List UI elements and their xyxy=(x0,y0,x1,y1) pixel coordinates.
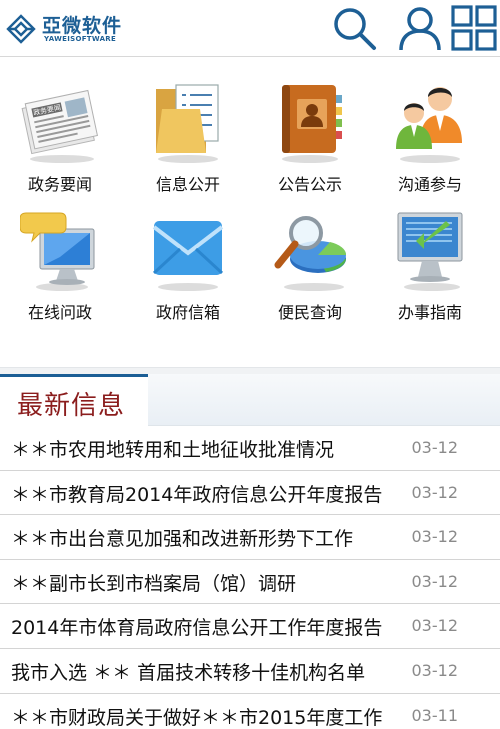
list-item[interactable]: ＊＊市财政局关于做好＊＊市2015年度工作 03-11 xyxy=(0,694,500,729)
tile-info-disclosure[interactable]: 信息公开 xyxy=(128,79,248,199)
logo-text: 亞微软件 xyxy=(42,15,123,37)
news-date: 03-12 xyxy=(411,571,459,591)
news-date: 03-12 xyxy=(411,616,459,636)
tile-label: 在线问政 xyxy=(27,303,92,322)
logo-mark-icon xyxy=(6,14,36,44)
list-item[interactable]: ＊＊市出台意见加强和改进新形势下工作 03-12 xyxy=(0,515,500,560)
section-title: 最新信息 xyxy=(17,391,126,421)
news-headline: 我市入选 ＊＊ 首届技术转移十佳机构名单 xyxy=(11,661,366,684)
grid-icon xyxy=(451,5,497,51)
people-icon xyxy=(396,87,462,163)
tile-service-guide[interactable]: 办事指南 xyxy=(370,207,490,327)
folder-document-icon xyxy=(156,84,219,163)
feature-grid: 政务要闻 政务要闻 信息公开 公告公示 沟通参与 在线问政 政府信箱 便民查询 … xyxy=(0,57,500,367)
tile-label: 便民查询 xyxy=(277,303,342,322)
news-headline: ＊＊市出台意见加强和改进新形势下工作 xyxy=(11,528,354,551)
tile-government-mailbox[interactable]: 政府信箱 xyxy=(128,207,248,327)
tile-announcements[interactable]: 公告公示 xyxy=(250,79,370,199)
tile-public-query[interactable]: 便民查询 xyxy=(250,207,370,327)
logo: 亞微软件 YAWEISOFTWARE xyxy=(6,10,121,46)
news-date: 03-12 xyxy=(411,527,459,547)
news-header: 最新信息 xyxy=(0,374,500,426)
news-list: ＊＊市农用地转用和土地征收批准情况 03-12 ＊＊市教育局2014年政府信息公… xyxy=(0,426,500,729)
address-book-icon xyxy=(282,85,342,163)
news-date: 03-12 xyxy=(411,660,459,680)
news-headline: ＊＊市财政局关于做好＊＊市2015年度工作 xyxy=(11,706,383,729)
tile-label: 政务要闻 xyxy=(27,175,92,194)
tab-latest-news[interactable]: 最新信息 xyxy=(0,374,148,426)
search-button[interactable] xyxy=(330,4,378,52)
news-headline: 2014年市体育局政府信息公开工作年度报告 xyxy=(11,617,383,640)
news-date: 03-12 xyxy=(411,482,459,502)
search-icon xyxy=(334,8,376,50)
user-button[interactable] xyxy=(396,4,444,52)
logo-subtext: YAWEISOFTWARE xyxy=(44,35,117,43)
tile-label: 政府信箱 xyxy=(155,303,220,322)
user-icon xyxy=(399,7,441,51)
news-headline: ＊＊副市长到市档案局（馆）调研 xyxy=(11,572,297,595)
news-headline: ＊＊市教育局2014年政府信息公开年度报告 xyxy=(11,483,383,506)
envelope-icon xyxy=(152,221,224,291)
list-item[interactable]: 2014年市体育局政府信息公开工作年度报告 03-12 xyxy=(0,604,500,649)
tile-news[interactable]: 政务要闻 政务要闻 xyxy=(0,79,120,199)
tile-label: 办事指南 xyxy=(397,303,462,322)
tile-label: 公告公示 xyxy=(277,175,342,194)
list-item[interactable]: ＊＊市农用地转用和土地征收批准情况 03-12 xyxy=(0,426,500,471)
tile-label: 信息公开 xyxy=(155,175,220,194)
tile-label: 沟通参与 xyxy=(397,175,462,194)
newspaper-icon: 政务要闻 xyxy=(21,89,99,163)
list-item[interactable]: ＊＊副市长到市档案局（馆）调研 03-12 xyxy=(0,560,500,605)
news-headline: ＊＊市农用地转用和土地征收批准情况 xyxy=(11,439,335,461)
monitor-arrow-icon xyxy=(397,212,463,291)
news-date: 03-12 xyxy=(411,438,459,457)
section-divider xyxy=(0,367,500,374)
app-header: 亞微软件 YAWEISOFTWARE xyxy=(0,0,500,57)
tile-communication[interactable]: 沟通参与 xyxy=(370,79,490,199)
magnifier-chart-icon xyxy=(274,216,347,291)
monitor-chat-icon xyxy=(20,212,95,291)
tile-online-inquiry[interactable]: 在线问政 xyxy=(0,207,120,327)
list-item[interactable]: ＊＊市教育局2014年政府信息公开年度报告 03-12 xyxy=(0,471,500,516)
list-item[interactable]: 我市入选 ＊＊ 首届技术转移十佳机构名单 03-12 xyxy=(0,649,500,694)
menu-grid-button[interactable] xyxy=(450,4,498,52)
news-date: 03-11 xyxy=(411,705,459,725)
